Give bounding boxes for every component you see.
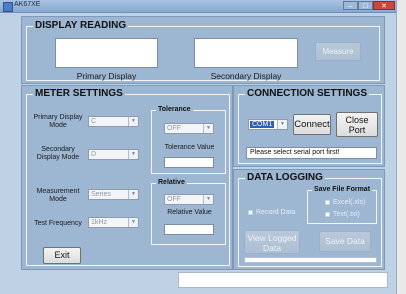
- chevron-down-icon: ▼: [128, 150, 138, 159]
- primary-display-mode-select[interactable]: C ▼: [88, 116, 139, 127]
- relative-value: OFF: [167, 196, 181, 203]
- chevron-down-icon: ▼: [203, 195, 213, 204]
- measurement-mode-select[interactable]: Series ▼: [88, 189, 139, 200]
- primary-display-mode-label: Primary Display Mode: [33, 114, 83, 129]
- logging-progress-bar: [244, 257, 377, 263]
- meter-settings-panel: METER SETTINGS Primary Display Mode C ▼ …: [21, 85, 233, 270]
- window-title: AK67XE: [14, 1, 41, 8]
- secondary-display-mode-select[interactable]: D ▼: [88, 149, 139, 160]
- app-icon: [3, 2, 13, 12]
- tolerance-select[interactable]: OFF ▼: [164, 123, 214, 134]
- relative-title: Relative: [156, 179, 187, 186]
- close-port-button[interactable]: Close Port: [336, 112, 378, 137]
- meter-settings-title: METER SETTINGS: [33, 88, 125, 99]
- save-file-format-group: Save File Format Excel(.xls) Text(.txt): [307, 186, 377, 224]
- measurement-mode-label: Measurement Mode: [36, 188, 80, 203]
- secondary-display-mode-value: D: [91, 151, 97, 158]
- relative-select[interactable]: OFF ▼: [164, 194, 214, 205]
- tolerance-group: Tolerance OFF ▼ Tolerance Value: [151, 106, 226, 174]
- chevron-down-icon: ▼: [277, 120, 287, 129]
- test-frequency-select[interactable]: 1kHz ▼: [88, 217, 139, 228]
- app-window: AK67XE ‒ □ ✕ DISPLAY READING Primary Dis…: [0, 0, 397, 294]
- status-bar: [178, 272, 388, 288]
- display-reading-panel: DISPLAY READING Primary Display Secondar…: [21, 16, 385, 84]
- connect-button[interactable]: Connect: [293, 114, 331, 135]
- test-frequency-label: Test Frequency: [34, 220, 82, 227]
- text-format-checkbox[interactable]: [325, 212, 330, 217]
- connection-status-message: Please select serial port first!: [246, 147, 377, 159]
- title-bar: AK67XE ‒ □ ✕: [0, 0, 396, 13]
- tolerance-value-label: Tolerance Value: [164, 144, 215, 151]
- excel-format-checkbox[interactable]: [325, 200, 330, 205]
- text-format-label: Text(.txt): [333, 211, 360, 218]
- chevron-down-icon: ▼: [128, 190, 138, 199]
- chevron-down-icon: ▼: [203, 124, 213, 133]
- record-data-label: Record Data: [256, 209, 296, 216]
- tolerance-value-input[interactable]: [164, 157, 214, 168]
- port-select[interactable]: COM1 ▼: [248, 119, 288, 130]
- minimize-button[interactable]: ‒: [343, 1, 358, 10]
- measurement-mode-value: Series: [91, 191, 111, 198]
- chevron-down-icon: ▼: [128, 117, 138, 126]
- chevron-down-icon: ▼: [128, 218, 138, 227]
- secondary-display-label: Secondary Display: [210, 71, 282, 81]
- secondary-display-mode-label: Secondary Display Mode: [36, 146, 80, 161]
- data-logging-panel: DATA LOGGING Record Data Save File Forma…: [233, 169, 385, 270]
- connection-settings-title: CONNECTION SETTINGS: [245, 88, 370, 99]
- display-reading-group: DISPLAY READING Primary Display Secondar…: [26, 20, 380, 81]
- primary-display-label: Primary Display: [76, 71, 137, 81]
- excel-format-label: Excel(.xls): [333, 199, 366, 206]
- meter-settings-group: METER SETTINGS Primary Display Mode C ▼ …: [26, 88, 230, 266]
- port-value: COM1: [250, 121, 275, 128]
- secondary-display-value: [194, 38, 298, 68]
- record-data-checkbox[interactable]: [248, 210, 253, 215]
- tolerance-title: Tolerance: [156, 106, 193, 113]
- connection-settings-panel: CONNECTION SETTINGS COM1 ▼ Connect Close…: [233, 85, 385, 167]
- save-data-button[interactable]: Save Data: [319, 231, 371, 252]
- exit-button[interactable]: Exit: [43, 247, 81, 264]
- data-logging-group: DATA LOGGING Record Data Save File Forma…: [238, 172, 382, 267]
- relative-value-label: Relative Value: [167, 209, 212, 216]
- data-logging-title: DATA LOGGING: [245, 172, 325, 183]
- test-frequency-value: 1kHz: [91, 219, 107, 226]
- close-window-button[interactable]: ✕: [373, 1, 395, 10]
- tolerance-value: OFF: [167, 125, 181, 132]
- measure-button[interactable]: Measure: [315, 42, 361, 61]
- relative-group: Relative OFF ▼ Relative Value: [151, 179, 226, 245]
- relative-value-input[interactable]: [164, 224, 214, 235]
- maximize-button[interactable]: □: [358, 1, 373, 10]
- primary-display-mode-value: C: [91, 118, 97, 125]
- connection-settings-group: CONNECTION SETTINGS COM1 ▼ Connect Close…: [238, 88, 382, 164]
- save-file-format-title: Save File Format: [312, 186, 373, 193]
- view-logged-data-button[interactable]: View Logged Data: [244, 230, 300, 254]
- display-reading-title: DISPLAY READING: [33, 20, 129, 31]
- primary-display-value: [55, 38, 158, 68]
